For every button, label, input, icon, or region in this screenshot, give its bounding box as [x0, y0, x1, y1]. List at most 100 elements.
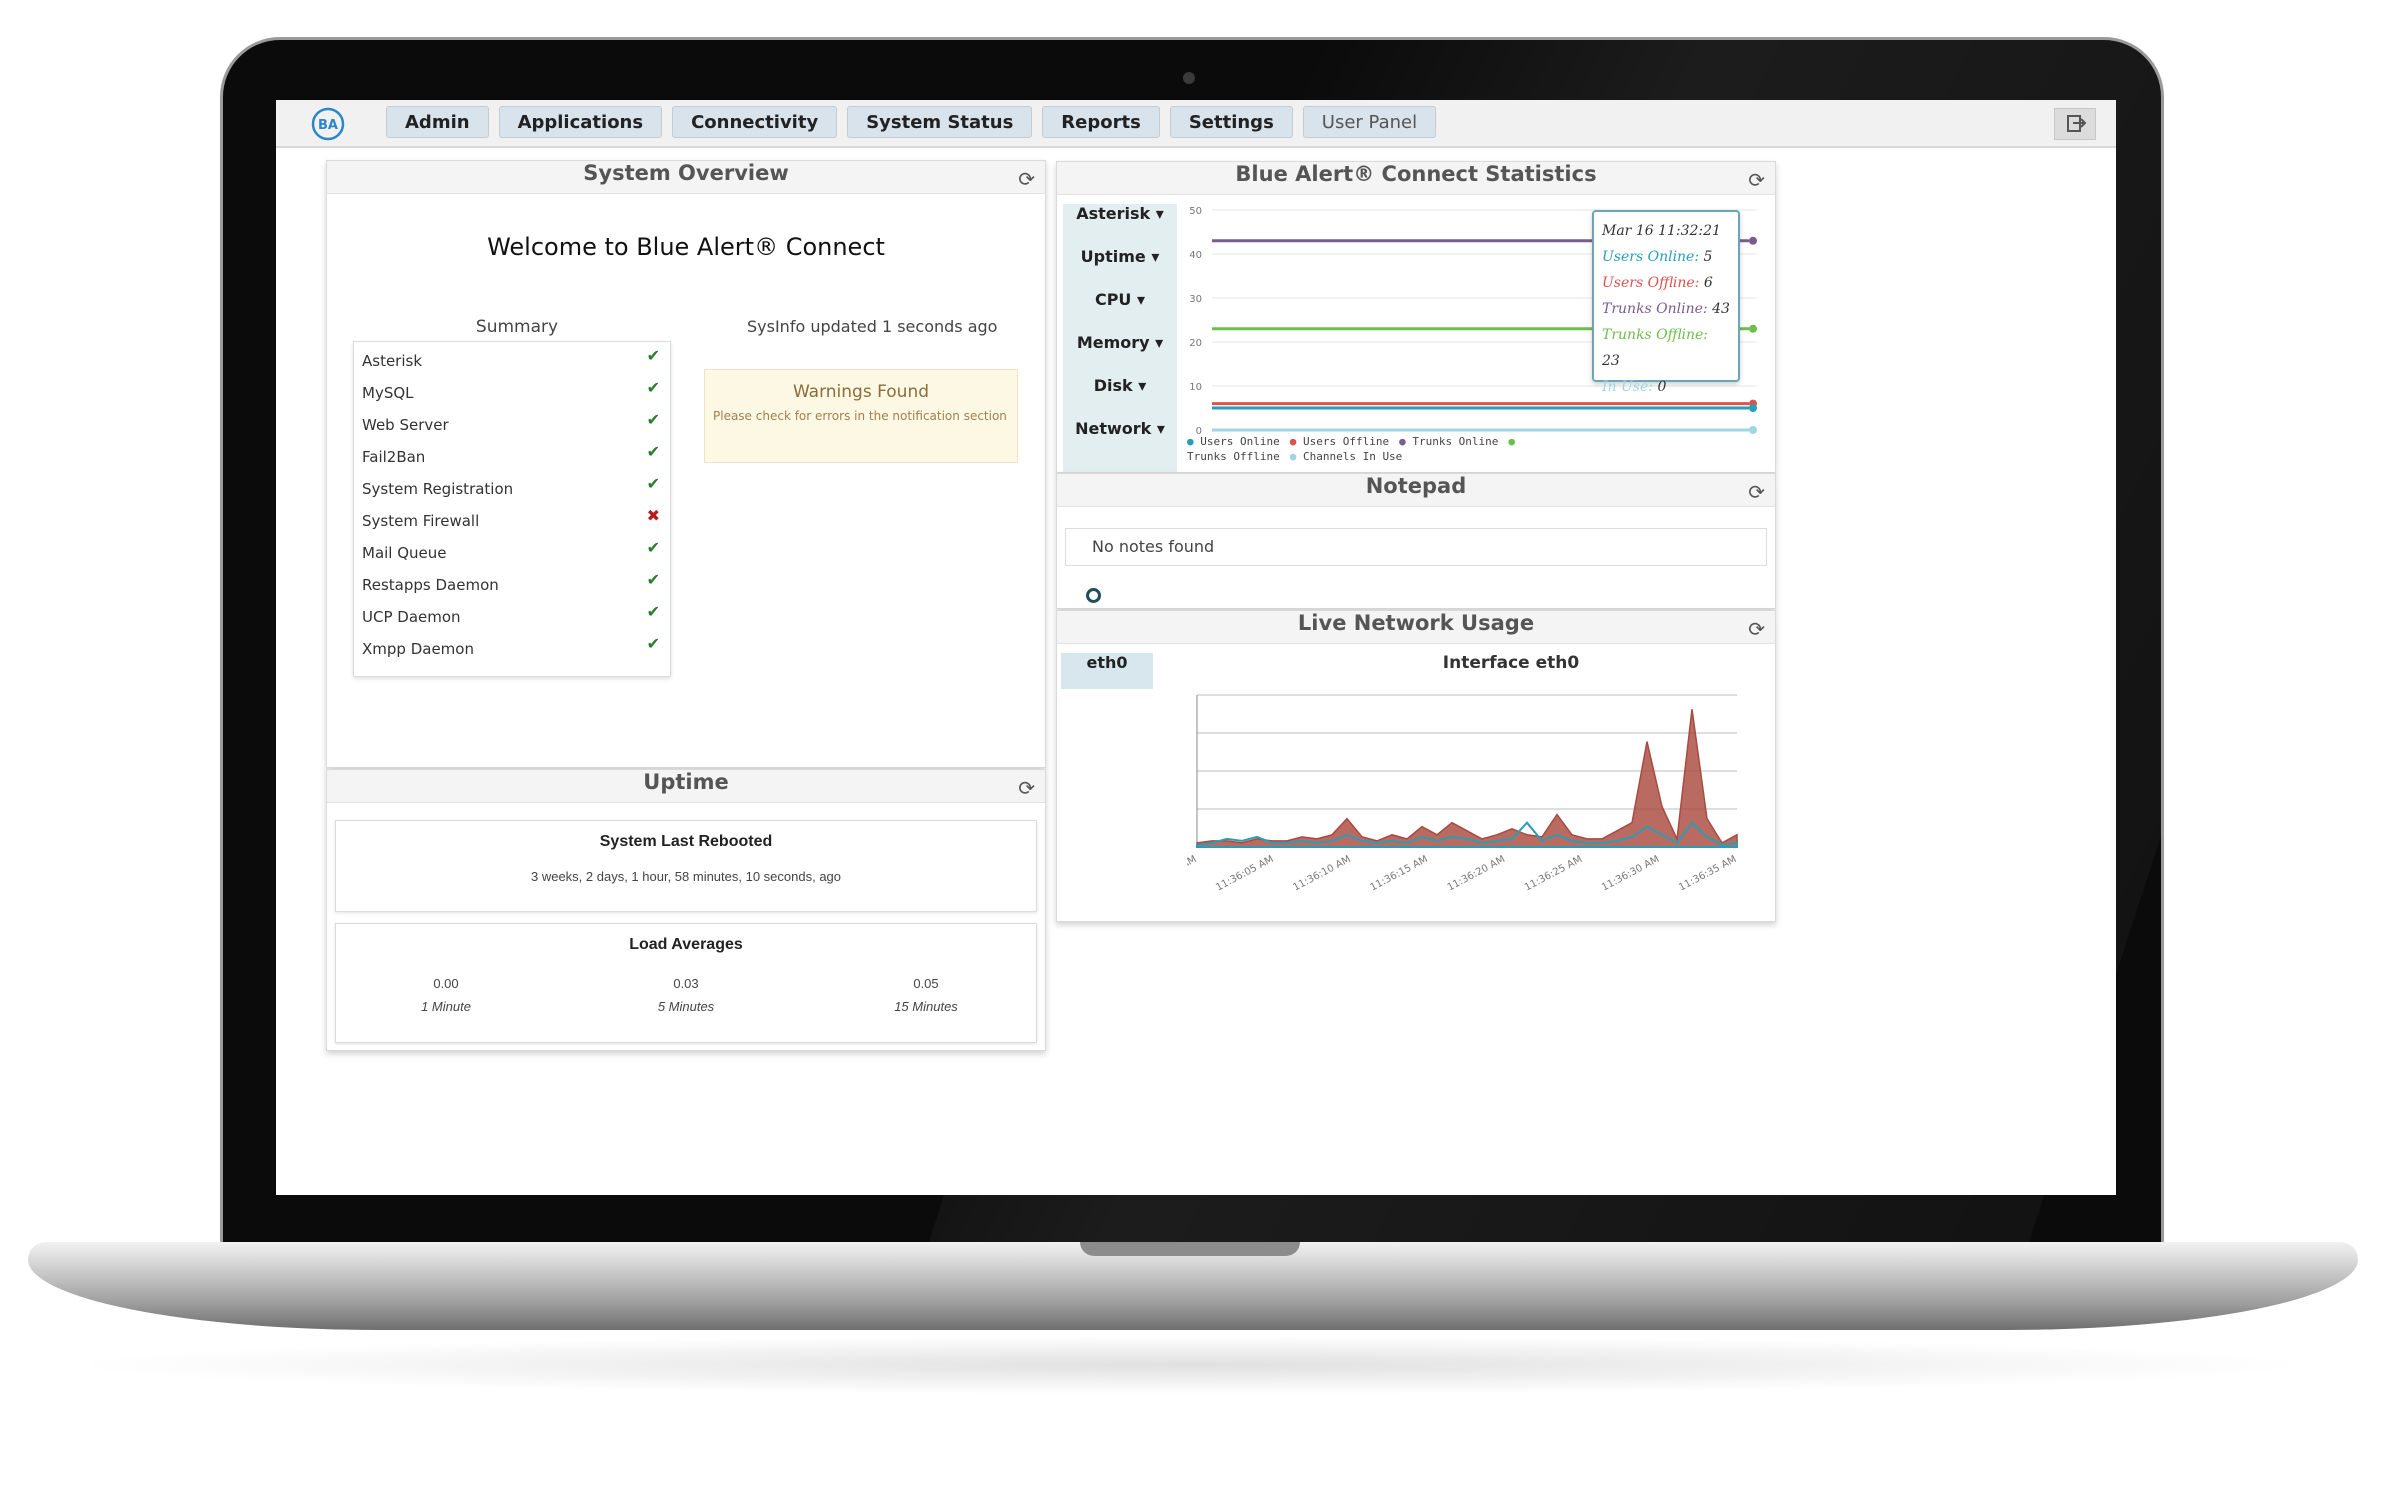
tooltip-line: Users Online: 5 — [1602, 244, 1730, 270]
check-icon: ✔ — [646, 346, 660, 365]
service-row: Mail Queue ✔ — [362, 538, 660, 568]
cross-icon: ✖ — [646, 506, 660, 525]
check-icon: ✔ — [646, 378, 660, 397]
tooltip-value: 23 — [1602, 353, 1620, 369]
stats-category-menu: Asterisk ▾ Uptime ▾ CPU ▾ Memory ▾ Disk … — [1063, 204, 1177, 472]
add-note-icon[interactable] — [1086, 588, 1101, 603]
tab-settings[interactable]: Settings — [1169, 106, 1293, 138]
legend-marker-icon: ● — [1289, 435, 1303, 448]
panel-title: Live Network Usage ⟳ — [1057, 611, 1775, 644]
legend-marker-icon: ● — [1289, 450, 1303, 463]
stats-btn-disk[interactable]: Disk ▾ — [1063, 376, 1177, 418]
tooltip-label: Users Offline: — [1602, 275, 1700, 291]
notepad-panel: Notepad ⟳ No notes found — [1056, 473, 1776, 609]
service-row: System Registration ✔ — [362, 474, 660, 504]
uptime-panel: Uptime ⟳ System Last Rebooted 3 weeks, 2… — [326, 769, 1046, 1051]
legend-item[interactable]: ● Channels In Use — [1290, 450, 1403, 463]
tooltip-label: In Use: — [1602, 379, 1653, 395]
stats-btn-network[interactable]: Network ▾ — [1063, 419, 1177, 461]
legend-item[interactable]: ● Trunks Online — [1399, 435, 1498, 448]
service-row: UCP Daemon ✔ — [362, 602, 660, 632]
tooltip-value: 5 — [1703, 249, 1713, 265]
series-point — [1749, 404, 1757, 412]
app-screen: BA Admin Applications Connectivity Syste… — [276, 100, 2116, 1195]
blue-alert-logo-icon[interactable]: BA — [310, 106, 346, 142]
check-icon: ✔ — [646, 538, 660, 557]
tab-admin[interactable]: Admin — [386, 106, 489, 138]
tab-applications[interactable]: Applications — [498, 106, 663, 138]
sysinfo-updated: SysInfo updated 1 seconds ago — [747, 317, 998, 336]
service-name: Fail2Ban — [362, 448, 426, 466]
tab-connectivity[interactable]: Connectivity — [672, 106, 838, 138]
legend-marker-icon: ● — [1508, 435, 1516, 448]
refresh-icon[interactable]: ⟳ — [1748, 480, 1765, 504]
y-tick-label: 20 — [1189, 338, 1202, 349]
load-1min: 0.00 1 Minute — [421, 976, 471, 1014]
tooltip-label: Users Online: — [1602, 249, 1700, 265]
check-icon: ✔ — [646, 602, 660, 621]
panel-title: Uptime ⟳ — [327, 770, 1045, 803]
network-chart-title: Interface eth0 — [1442, 653, 1580, 673]
service-row: Xmpp Daemon ✔ — [362, 634, 660, 664]
logout-button[interactable] — [2054, 108, 2096, 140]
service-summary-list: Asterisk ✔ MySQL ✔ Web Server ✔ Fail2Ban ✔ Syste… — [353, 341, 671, 677]
last-rebooted-value: 3 weeks, 2 days, 1 hour, 58 minutes, 10 … — [530, 869, 842, 884]
x-tick-label: 11:36:30 AM — [1600, 854, 1661, 894]
panel-title: System Overview ⟳ — [327, 161, 1045, 194]
load-5min: 0.03 5 Minutes — [657, 976, 715, 1014]
legend-marker-icon: ● — [1399, 435, 1413, 448]
x-tick-label: 11:36:20 AM — [1446, 854, 1507, 894]
logout-icon — [2067, 115, 2087, 132]
service-name: UCP Daemon — [362, 608, 461, 626]
tooltip-label: Trunks Offline: — [1602, 327, 1708, 343]
check-icon: ✔ — [646, 442, 660, 461]
tooltip-label: Trunks Online: — [1602, 301, 1708, 317]
tooltip-value: 43 — [1712, 301, 1730, 317]
statistics-panel: Blue Alert® Connect Statistics ⟳ Asteris… — [1056, 161, 1776, 473]
tooltip-line: Trunks Online: 43 — [1602, 296, 1730, 322]
top-navigation: BA Admin Applications Connectivity Syste… — [276, 100, 2116, 148]
check-icon: ✔ — [646, 634, 660, 653]
service-row: Fail2Ban ✔ — [362, 442, 660, 472]
tab-system-status[interactable]: System Status — [847, 106, 1033, 138]
stats-btn-asterisk[interactable]: Asterisk ▾ — [1063, 204, 1177, 246]
load-15min: 0.05 15 Minutes — [894, 976, 958, 1014]
welcome-heading: Welcome to Blue Alert® Connect — [487, 233, 885, 261]
load-averages-title: Load Averages — [629, 936, 743, 953]
legend-label: Channels In Use — [1302, 450, 1403, 463]
system-overview-panel: System Overview ⟳ Welcome to Blue Alert®… — [326, 160, 1046, 768]
legend-label: Users Online — [1200, 435, 1280, 448]
legend-label: Trunks Offline — [1187, 450, 1280, 463]
stats-tooltip: Mar 16 11:32:21 Users Online: 5 Users Off… — [1592, 210, 1740, 395]
tab-reports[interactable]: Reports — [1042, 106, 1160, 138]
stats-btn-cpu[interactable]: CPU ▾ — [1063, 290, 1177, 332]
check-icon: ✔ — [646, 474, 660, 493]
service-name: Restapps Daemon — [362, 576, 499, 594]
laptop-base-notch — [1080, 1242, 1300, 1256]
rx-area — [1196, 709, 1738, 848]
tooltip-line: Trunks Offline: 23 — [1602, 322, 1730, 374]
check-icon: ✔ — [646, 410, 660, 429]
refresh-icon[interactable]: ⟳ — [1018, 776, 1035, 800]
legend-item[interactable]: ● Users Offline — [1290, 435, 1389, 448]
panel-title: Notepad ⟳ — [1057, 474, 1775, 507]
legend-item[interactable]: ● Users Online — [1187, 435, 1280, 448]
tab-eth0[interactable]: eth0 — [1061, 653, 1153, 689]
service-name: Web Server — [362, 416, 449, 434]
refresh-icon[interactable]: ⟳ — [1018, 167, 1035, 191]
stats-btn-memory[interactable]: Memory ▾ — [1063, 333, 1177, 375]
y-tick-label: 10 — [1189, 382, 1202, 393]
service-name: Mail Queue — [362, 544, 447, 562]
stats-legend: ● Users Online ● Users Offline ● Trunks On… — [1187, 434, 1547, 464]
legend-label: Trunks Online — [1412, 435, 1499, 448]
service-name: System Firewall — [362, 512, 480, 530]
check-icon: ✔ — [646, 570, 660, 589]
tooltip-line: Users Offline: 6 — [1602, 270, 1730, 296]
refresh-icon[interactable]: ⟳ — [1748, 168, 1765, 192]
refresh-icon[interactable]: ⟳ — [1748, 617, 1765, 641]
network-area-chart[interactable]: 11:36:00 AM 11:36:05 AM 11:36:10 AM 11:36:1… — [1187, 685, 1767, 915]
x-tick-label: 11:36:15 AM — [1369, 854, 1430, 894]
stats-btn-uptime[interactable]: Uptime ▾ — [1063, 247, 1177, 289]
tooltip-line: In Use: 0 — [1602, 374, 1730, 400]
tab-user-panel[interactable]: User Panel — [1302, 106, 1437, 138]
